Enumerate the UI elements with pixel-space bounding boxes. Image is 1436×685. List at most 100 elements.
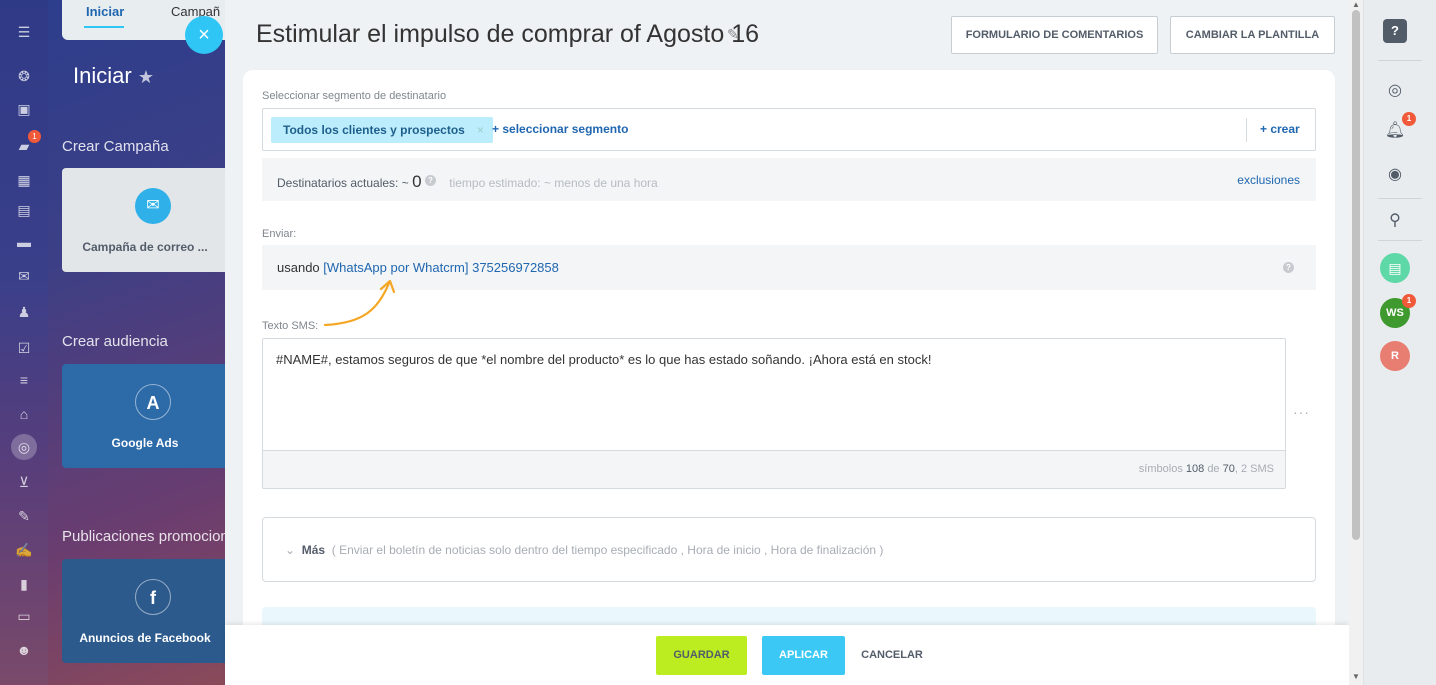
sign-icon[interactable]: ✎: [14, 506, 34, 526]
sms-text[interactable]: #NAME#, estamos seguros de que *el nombr…: [276, 352, 931, 367]
segment-chip[interactable]: Todos los clientes y prospectos ×: [271, 117, 493, 143]
recipients-count: 0: [412, 172, 422, 191]
segment-label: Seleccionar segmento de destinatario: [262, 90, 447, 102]
change-template-button[interactable]: CAMBIAR LA PLANTILLA: [1170, 16, 1335, 54]
scroll-down-icon[interactable]: ▼: [1352, 672, 1360, 681]
scrollbar[interactable]: ▲ ▼: [1349, 0, 1363, 685]
sms-counter-bar: símbolos 108 de 70, 2 SMS: [263, 450, 1285, 488]
marketing-icon[interactable]: ◎: [11, 434, 37, 460]
rail-divider: [1378, 60, 1422, 61]
sites-icon[interactable]: ❂: [14, 66, 34, 86]
sms-counter: símbolos 108 de 70, 2 SMS: [1139, 463, 1274, 475]
help-icon[interactable]: ?: [424, 175, 436, 186]
counter-prefix: símbolos: [1138, 463, 1183, 475]
counter-count: 108: [1185, 463, 1205, 475]
ws-badge: 1: [1402, 294, 1416, 308]
recipients-info: Destinatarios actuales: ~ 0 ? tiempo est…: [277, 172, 658, 192]
footer-actions: GUARDAR APLICAR CANCELAR: [225, 625, 1349, 685]
scroll-up-icon[interactable]: ▲: [1352, 0, 1360, 9]
chip-remove-icon[interactable]: ×: [477, 117, 484, 143]
more-details: ( Enviar el boletín de noticias solo den…: [331, 543, 884, 557]
form-card: Seleccionar segmento de destinatario Tod…: [243, 70, 1335, 685]
card-facebook-label: Anuncios de Facebook: [79, 631, 211, 645]
apply-button[interactable]: APLICAR: [762, 636, 845, 675]
section-publicaciones: Publicaciones promocion: [62, 528, 225, 545]
create-segment-link[interactable]: + crear: [1260, 122, 1300, 136]
select-segment-link[interactable]: + seleccionar segmento: [492, 122, 628, 136]
counter-max: 70: [1222, 463, 1235, 475]
annotation-arrow-icon: [323, 279, 396, 327]
docs-icon[interactable]: ▤: [14, 200, 34, 220]
search-icon[interactable]: ⚲: [1380, 206, 1410, 236]
bell-icon: 🔔︎: [1384, 122, 1406, 139]
background-page: Iniciar Campañ Iniciar ★ Crear Campaña ✉…: [48, 0, 225, 685]
calendar-icon[interactable]: ▦: [14, 170, 34, 190]
chat-icon[interactable]: ▰ 1: [14, 130, 41, 156]
chevron-down-icon: ⌄: [285, 543, 296, 557]
sms-text-editor[interactable]: #NAME#, estamos seguros de que *el nombr…: [262, 338, 1286, 489]
more-settings[interactable]: ⌄ Más ( Enviar el boletín de noticias so…: [262, 517, 1316, 582]
using-label: usando: [277, 260, 320, 275]
counter-sms: , 2 SMS: [1234, 463, 1274, 475]
messenger-icon[interactable]: ◉: [1380, 160, 1410, 190]
question-icon: ?: [1383, 19, 1407, 43]
recipients-bar: Destinatarios actuales: ~ 0 ? tiempo est…: [262, 158, 1316, 201]
send-label: Enviar:: [262, 228, 297, 240]
segment-selector[interactable]: Todos los clientes y prospectos × + sele…: [262, 108, 1316, 151]
document-app-button[interactable]: ▤: [1380, 253, 1410, 283]
left-icon-rail: ☰ ❂ ▣ ▰ 1 ▦ ▤ ▬ ✉ ♟ ☑ ≡ ⌂ ◎ ⊻ ✎ ✍ ▮ ▭ ☻: [0, 0, 48, 685]
edit-icon[interactable]: ✍: [14, 540, 34, 560]
card-google-ads-label: Google Ads: [111, 436, 179, 450]
card-facebook-ads[interactable]: f Anuncios de Facebook: [62, 559, 225, 663]
menu-icon[interactable]: ☰: [14, 22, 34, 42]
send-channel: usando [WhatsApp por Whatcrm] 3752569728…: [277, 260, 559, 275]
segment-chip-label: Todos los clientes y prospectos: [283, 123, 465, 137]
right-rail: ? ◎ 🔔︎ 1 ◉ ⚲ ▤ WS 1 R: [1363, 0, 1436, 685]
channel-help-icon[interactable]: ?: [1283, 262, 1294, 273]
user-avatar: R: [1380, 341, 1410, 371]
feedback-button[interactable]: FORMULARIO DE COMENTARIOS: [951, 16, 1158, 54]
email-icon: ✉: [135, 188, 171, 224]
notifications-button[interactable]: 🔔︎ 1: [1380, 112, 1416, 146]
filter-icon[interactable]: ≡: [14, 370, 34, 390]
more-options-icon[interactable]: ···: [1293, 404, 1310, 420]
contacts-icon[interactable]: ♟: [14, 302, 34, 322]
checklist-icon[interactable]: ☑: [14, 338, 34, 358]
tasks-icon[interactable]: ▣: [14, 99, 34, 119]
scrollbar-thumb[interactable]: [1352, 10, 1360, 540]
store-icon[interactable]: ⌂: [14, 404, 34, 424]
analytics-icon[interactable]: ▮: [14, 574, 34, 594]
card-icon[interactable]: ▭: [14, 606, 34, 626]
segment-divider: [1246, 118, 1247, 142]
page-title: Estimular el impulso de comprar of Agost…: [256, 20, 760, 48]
save-button[interactable]: GUARDAR: [656, 636, 747, 675]
user-avatar-button[interactable]: R: [1380, 341, 1410, 371]
exclusions-link[interactable]: exclusiones: [1237, 173, 1300, 187]
ws-avatar-button[interactable]: WS 1: [1380, 294, 1416, 328]
more-settings-text: ⌄ Más ( Enviar el boletín de noticias so…: [285, 543, 883, 557]
help-button[interactable]: ?: [1380, 16, 1410, 46]
rail-divider: [1378, 198, 1422, 199]
cancel-button[interactable]: CANCELAR: [852, 636, 932, 675]
cart-icon[interactable]: ⊻: [14, 472, 34, 492]
header: Estimular el impulso de comprar of Agost…: [225, 0, 1349, 70]
robot-icon[interactable]: ☻: [14, 640, 34, 660]
timeline-icon[interactable]: ◎: [1380, 76, 1410, 106]
card-google-ads[interactable]: A Google Ads: [62, 364, 225, 468]
counter-mid: de: [1207, 463, 1220, 475]
card-email-label: Campaña de correo ...: [82, 240, 208, 254]
pencil-icon[interactable]: ✎: [727, 26, 739, 43]
section-crear-audiencia: Crear audiencia: [62, 333, 168, 350]
mail-icon[interactable]: ✉: [14, 266, 34, 286]
card-email-campaign[interactable]: ✉ Campaña de correo ...: [62, 168, 225, 272]
facebook-icon: f: [135, 579, 171, 615]
channel-link[interactable]: [WhatsApp por Whatcrm] 375256972858: [323, 260, 559, 275]
close-slider-button[interactable]: ×: [185, 16, 223, 54]
star-icon[interactable]: ★: [138, 67, 154, 87]
section-crear-campana: Crear Campaña: [62, 138, 169, 155]
rail-divider: [1378, 240, 1422, 241]
chat-badge: 1: [28, 130, 41, 143]
tab-iniciar[interactable]: Iniciar: [86, 4, 124, 19]
background-title: Iniciar ★: [73, 63, 154, 89]
crm-icon[interactable]: ▬: [14, 232, 34, 252]
